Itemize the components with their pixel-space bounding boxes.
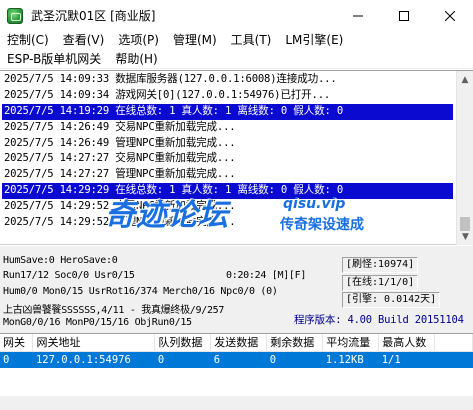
scroll-up-icon[interactable]: ▲ [457,71,473,88]
menu-options[interactable]: 选项(P) [111,31,166,50]
refresh-counter: [刷怪:10974] [342,257,419,273]
cell-remaining: 0 [266,351,323,368]
cell-address: 127.0.0.1:54976 [32,351,155,368]
log-line[interactable]: 2025/7/5 14:19:29 在线总数: 1 真人数: 1 离线数: 0 … [2,103,453,120]
column-header-filler [434,334,473,352]
log-line[interactable]: 2025/7/5 14:26:49 交易NPC重新加载完成... [2,120,453,136]
status-counts: Hum0/0 Mon0/15 UsrRot16/374 Merch0/16 Np… [3,286,278,297]
watermark-slogan: 传奇架设速成 [280,217,364,233]
online-counter: [在线:1/1/0] [342,275,419,291]
log-line[interactable]: 2025/7/5 14:09:33 数据库服务器(127.0.0.1:6008)… [2,72,453,88]
maximize-button[interactable] [381,0,427,31]
log-line[interactable]: 2025/7/5 14:26:49 管理NPC重新加载完成... [2,136,453,152]
cell-queue: 0 [154,351,211,368]
menu-bar: 控制(C) 查看(V) 选项(P) 管理(M) 工具(T) LM引擎(E) ES… [0,31,473,69]
cell-max-users: 1/1 [378,351,435,368]
cell-gateway: 0 [0,351,33,368]
column-header-sent[interactable]: 发送数据 [210,334,268,352]
column-header-queue[interactable]: 队列数据 [154,334,212,352]
log-panel: 2025/7/5 14:09:33 数据库服务器(127.0.0.1:6008)… [0,70,473,245]
status-monster: MonG0/0/16 MonP0/15/16 ObjRun0/15 [3,317,192,328]
status-panel: HumSave:0 HeroSave:0 Run17/12 Soc0/0 Usr… [0,246,473,333]
menu-row-2: ESP-B版单机网关 帮助(H) [0,50,473,69]
table-header: 网关 网关地址 队列数据 发送数据 剩余数据 平均流量 最高人数 [0,334,473,352]
cell-sent: 6 [210,351,267,368]
status-run: Run17/12 Soc0/0 Usr0/15 [3,270,135,281]
status-save: HumSave:0 HeroSave:0 [3,255,118,266]
column-header-remaining[interactable]: 剩余数据 [266,334,324,352]
maximize-icon [399,10,409,21]
column-header-avg-traffic[interactable]: 平均流量 [322,334,380,352]
minimize-icon [353,15,363,16]
column-header-max-users[interactable]: 最高人数 [378,334,436,352]
menu-lm-engine[interactable]: LM引擎(E) [278,31,350,50]
log-line[interactable]: 2025/7/5 14:27:27 交易NPC重新加载完成... [2,151,453,167]
cell-avg-traffic: 1.12KB [322,351,379,368]
engine-uptime: [引擎: 0.0142天] [342,292,441,308]
window-controls [335,0,473,31]
close-button[interactable] [427,0,473,31]
gateway-table: 网关 网关地址 队列数据 发送数据 剩余数据 平均流量 最高人数 0 127.0… [0,334,473,368]
program-version: 程序版本: 4.00 Build 20151104 [294,314,464,326]
close-icon [445,10,455,21]
menu-tools[interactable]: 工具(T) [224,31,279,50]
status-time: 0:20:24 [M][F] [226,270,307,281]
table-row[interactable]: 0 127.0.0.1:54976 0 6 0 1.12KB 1/1 [0,351,473,368]
watermark-url: qisu.vip [283,196,346,212]
watermark-logo: 奇迹论坛 [105,198,229,233]
column-header-address[interactable]: 网关地址 [32,334,156,352]
menu-control[interactable]: 控制(C) [0,31,56,50]
game-server-icon [7,7,23,24]
menu-help[interactable]: 帮助(H) [108,50,164,69]
menu-view[interactable]: 查看(V) [56,31,112,50]
log-vertical-scrollbar[interactable]: ▲ ▼ [456,71,473,245]
status-boss: 上古凶兽饕餮SSSSSS,4/11 - 我真爆终极/9/257 [3,305,225,316]
gateway-table-panel: 网关 网关地址 队列数据 发送数据 剩余数据 平均流量 最高人数 0 127.0… [0,333,473,410]
window-title: 武圣沉默01区 [商业版] [31,9,156,23]
log-line[interactable]: 2025/7/5 14:09:34 游戏网关[0](127.0.0.1:5497… [2,88,453,104]
scroll-down-icon[interactable]: ▼ [457,228,473,245]
menu-esp-gateway[interactable]: ESP-B版单机网关 [0,50,108,69]
table-horizontal-scrollbar[interactable] [0,396,473,410]
menu-row-1: 控制(C) 查看(V) 选项(P) 管理(M) 工具(T) LM引擎(E) [0,31,473,50]
menu-manage[interactable]: 管理(M) [166,31,224,50]
title-bar[interactable]: 武圣沉默01区 [商业版] [0,0,473,31]
cell-filler [434,351,473,368]
log-line[interactable]: 2025/7/5 14:27:27 管理NPC重新加载完成... [2,167,453,183]
minimize-button[interactable] [335,0,381,31]
column-header-gateway[interactable]: 网关 [0,334,34,352]
